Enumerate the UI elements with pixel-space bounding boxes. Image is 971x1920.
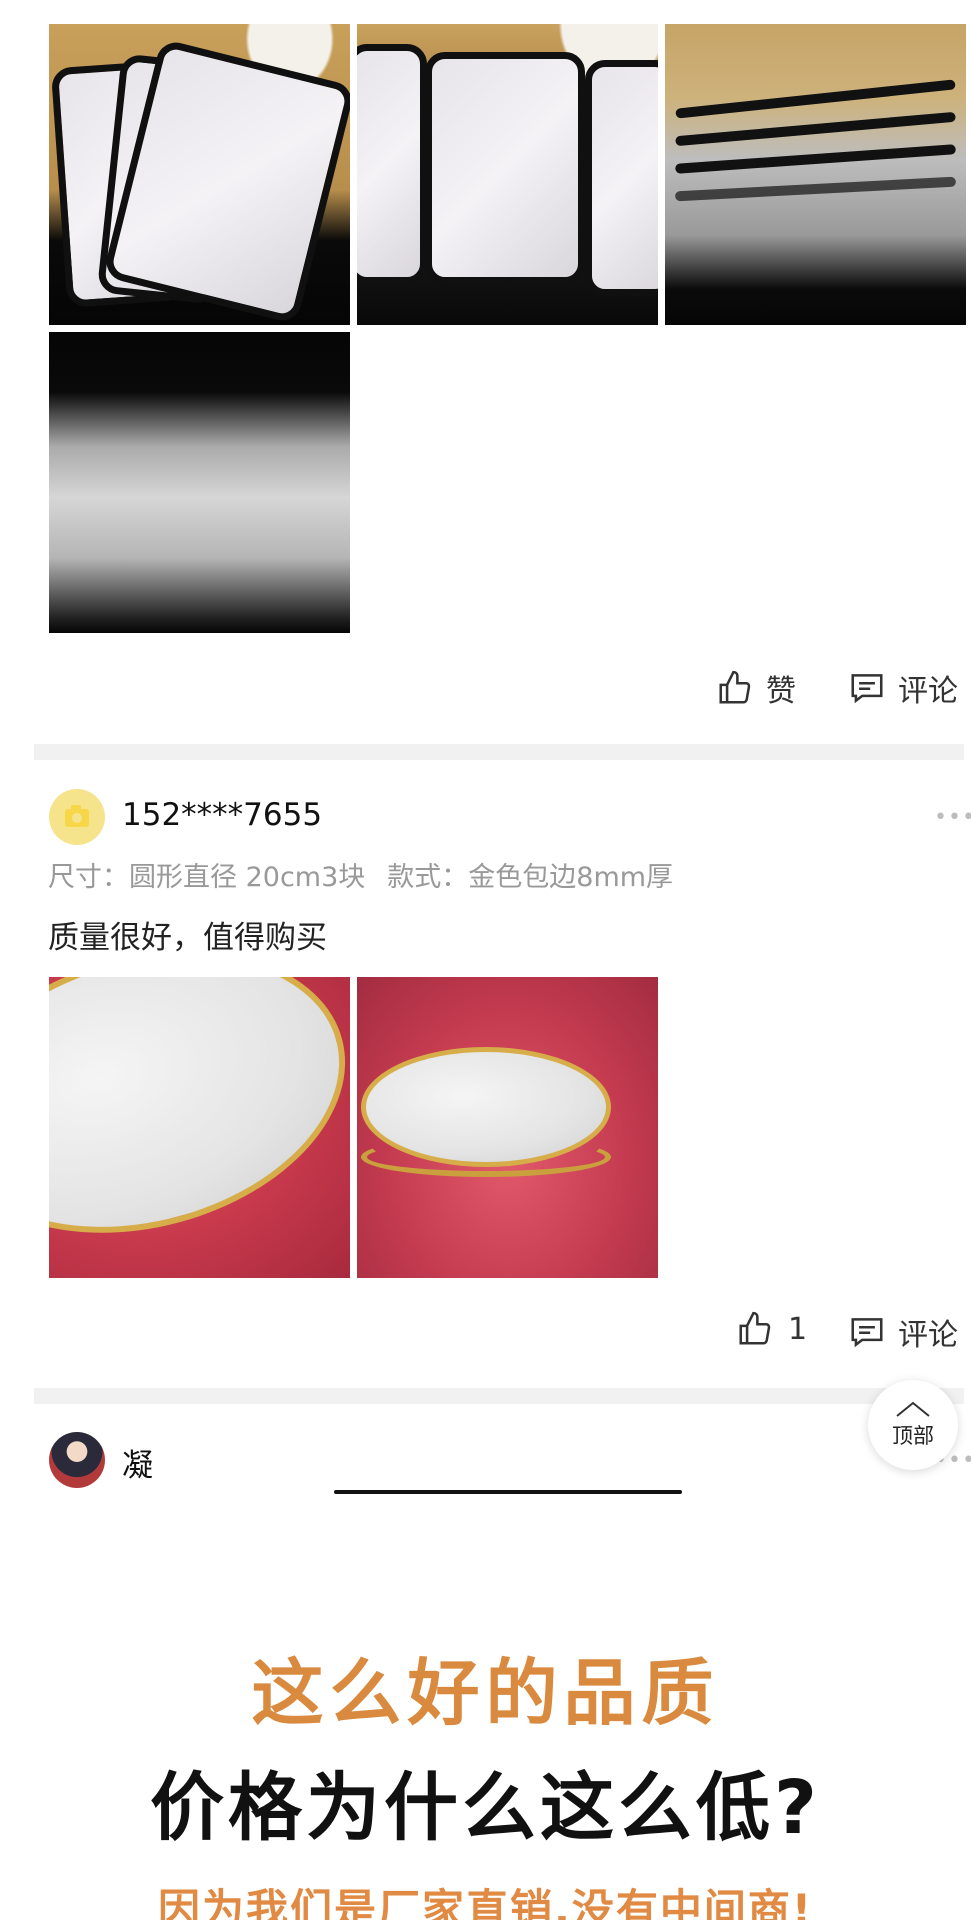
chevron-up-icon — [896, 1401, 930, 1417]
spec-style: 款式：金色包边8mm厚 — [387, 862, 674, 893]
avatar[interactable] — [49, 789, 105, 845]
like-button[interactable]: 1 — [736, 1310, 807, 1348]
like-label: 赞 — [766, 674, 796, 709]
more-dots-icon[interactable]: ••• — [934, 805, 971, 830]
avatar[interactable] — [49, 1432, 105, 1488]
review-photo-1[interactable] — [49, 24, 350, 325]
promo-answer: 因为我们是厂家直销,没有中间商! — [157, 1885, 814, 1920]
section-separator-line — [334, 1490, 682, 1494]
thumbs-up-icon — [739, 1311, 771, 1345]
reviewer-name: 152****7655 — [122, 797, 323, 833]
review-photo-3[interactable] — [665, 24, 966, 325]
review-photo-5[interactable] — [49, 977, 350, 1278]
comment-label: 评论 — [898, 1318, 958, 1353]
comment-button[interactable]: 评论 — [848, 666, 958, 710]
like-button[interactable]: 赞 — [716, 666, 796, 710]
like-count: 1 — [788, 1311, 808, 1347]
camera-icon — [65, 805, 89, 827]
promo-headline: 这么好的品质 — [251, 1651, 720, 1735]
review-photo-4[interactable] — [49, 332, 350, 633]
comment-label: 评论 — [898, 674, 958, 709]
review-photo-2[interactable] — [357, 24, 658, 325]
review-photo-6[interactable] — [357, 977, 658, 1278]
back-to-top-label: 顶部 — [892, 1424, 934, 1448]
section-divider — [34, 744, 964, 760]
spec-size: 尺寸：圆形直径 20cm3块 — [48, 862, 366, 893]
section-divider — [34, 1388, 964, 1404]
thumbs-up-icon — [719, 670, 751, 704]
comment-icon — [851, 674, 883, 704]
review-text: 质量很好，值得购买 — [48, 920, 327, 956]
comment-button[interactable]: 评论 — [848, 1310, 958, 1354]
promo-question: 价格为什么这么低? — [150, 1765, 821, 1851]
comment-icon — [851, 1318, 883, 1348]
reviewer-name: 凝 — [122, 1448, 153, 1484]
back-to-top-button[interactable]: 顶部 — [868, 1380, 958, 1470]
purchase-spec: 尺寸：圆形直径 20cm3块 款式：金色包边8mm厚 — [48, 855, 673, 894]
